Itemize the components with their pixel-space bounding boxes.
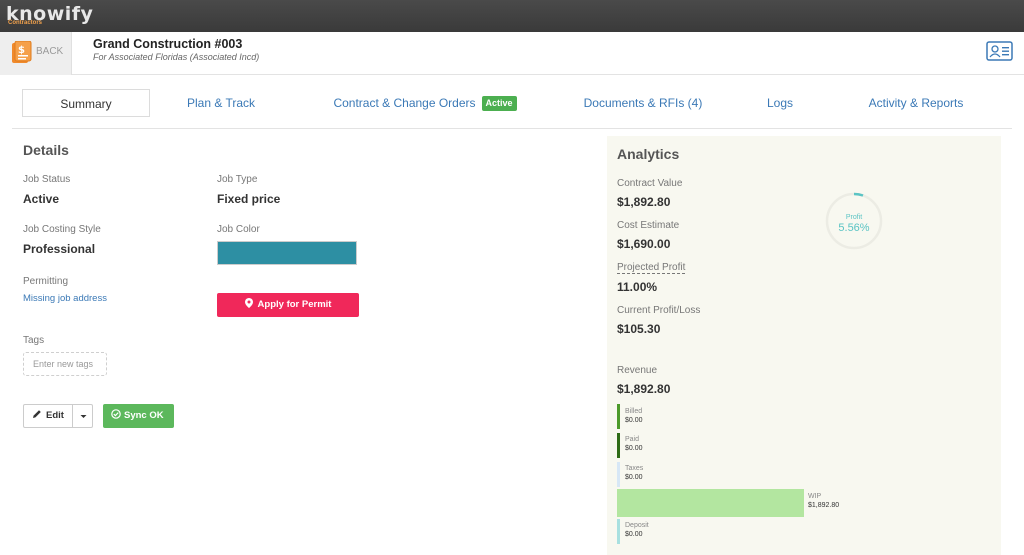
job-subtitle: For Associated Floridas (Associated Incd… bbox=[93, 52, 260, 62]
tabs-divider bbox=[12, 128, 1012, 129]
caret-down-icon bbox=[80, 415, 87, 418]
wip-label: WIP bbox=[808, 493, 822, 500]
tab-label: Contract & Change Orders bbox=[333, 96, 476, 110]
job-type-label: Job Type bbox=[217, 174, 258, 185]
job-color-label: Job Color bbox=[217, 224, 260, 235]
wip-bar bbox=[617, 489, 804, 517]
details-title: Details bbox=[23, 142, 69, 158]
wip-value: $1,892.80 bbox=[808, 502, 840, 509]
check-circle-icon bbox=[111, 409, 121, 419]
edit-button[interactable]: Edit bbox=[23, 404, 73, 428]
job-type-value: Fixed price bbox=[217, 192, 281, 206]
tab-label: Documents & RFIs (4) bbox=[583, 96, 703, 110]
contact-card-icon[interactable] bbox=[986, 41, 1013, 61]
job-status-value: Active bbox=[23, 192, 60, 206]
back-button[interactable]: $ BACK bbox=[0, 32, 72, 75]
billed-value: $0.00 bbox=[625, 417, 643, 424]
tags-input[interactable] bbox=[23, 352, 107, 376]
taxes-bar bbox=[617, 462, 620, 487]
pencil-icon bbox=[33, 410, 41, 418]
job-tabs: Summary Plan & Track Contract & Change O… bbox=[0, 75, 1024, 129]
app-topbar: knowify Contractors bbox=[0, 0, 1024, 32]
job-color-swatch bbox=[217, 241, 357, 265]
sync-button[interactable]: Sync OK bbox=[103, 404, 174, 428]
contract-value-label: Contract Value bbox=[617, 178, 683, 189]
apply-permit-button[interactable]: Apply for Permit bbox=[217, 293, 359, 317]
current-profit-label: Current Profit/Loss bbox=[617, 305, 701, 316]
missing-address-link[interactable]: Missing job address bbox=[23, 293, 107, 304]
deposit-bar bbox=[617, 519, 620, 544]
revenue-value: $1,892.80 bbox=[617, 382, 671, 396]
billed-bar bbox=[617, 404, 620, 429]
deposit-value: $0.00 bbox=[625, 531, 643, 538]
tags-label: Tags bbox=[23, 335, 45, 346]
tab-logs[interactable]: Logs bbox=[752, 89, 808, 117]
tab-activity-reports[interactable]: Activity & Reports bbox=[856, 89, 976, 117]
profit-gauge bbox=[825, 192, 883, 250]
tab-label: Logs bbox=[766, 96, 794, 110]
contract-value: $1,892.80 bbox=[617, 195, 671, 209]
tab-label: Summary bbox=[60, 97, 112, 111]
map-pin-icon bbox=[244, 298, 253, 308]
taxes-value: $0.00 bbox=[625, 474, 643, 481]
back-label: BACK bbox=[36, 46, 64, 57]
tab-label: Plan & Track bbox=[186, 96, 256, 110]
job-status-label: Job Status bbox=[23, 174, 71, 185]
costing-style-label: Job Costing Style bbox=[23, 224, 101, 235]
paid-value: $0.00 bbox=[625, 445, 643, 452]
apply-permit-label: Apply for Permit bbox=[257, 299, 332, 310]
tab-summary[interactable]: Summary bbox=[22, 89, 150, 117]
taxes-label: Taxes bbox=[625, 465, 644, 472]
edit-label: Edit bbox=[46, 410, 64, 421]
revenue-label: Revenue bbox=[617, 365, 658, 376]
deposit-label: Deposit bbox=[625, 522, 649, 529]
projected-profit-value: 11.00% bbox=[617, 280, 658, 294]
app-logo-subtitle: Contractors bbox=[8, 20, 43, 26]
permitting-label: Permitting bbox=[23, 276, 69, 287]
document-dollar-icon: $ bbox=[12, 41, 32, 63]
svg-text:$: $ bbox=[18, 45, 25, 56]
paid-bar bbox=[617, 433, 620, 458]
status-badge: Active bbox=[481, 96, 517, 111]
gauge-label: Profit bbox=[845, 214, 863, 221]
projected-profit-label[interactable]: Projected Profit bbox=[617, 262, 686, 274]
tab-plan-track[interactable]: Plan & Track bbox=[168, 89, 274, 117]
job-header: $ BACK Grand Construction #003 For Assoc… bbox=[0, 32, 1024, 75]
billed-label: Billed bbox=[625, 408, 643, 415]
tab-documents-rfis[interactable]: Documents & RFIs (4) bbox=[572, 89, 714, 117]
tab-contract-change-orders[interactable]: Contract & Change Orders Active bbox=[322, 89, 528, 117]
analytics-panel: Analytics Contract Value $1,892.80 Cost … bbox=[607, 136, 1001, 555]
tab-label: Activity & Reports bbox=[868, 96, 964, 110]
current-profit-value: $105.30 bbox=[617, 322, 661, 336]
job-title: Grand Construction #003 bbox=[93, 37, 243, 51]
sync-label: Sync OK bbox=[124, 410, 164, 421]
gauge-value: 5.56% bbox=[838, 222, 870, 234]
analytics-title: Analytics bbox=[617, 146, 680, 162]
costing-style-value: Professional bbox=[23, 242, 96, 256]
cost-estimate-label: Cost Estimate bbox=[617, 220, 680, 231]
edit-dropdown-button[interactable] bbox=[72, 404, 93, 428]
paid-label: Paid bbox=[625, 436, 640, 443]
cost-estimate-value: $1,690.00 bbox=[617, 237, 671, 251]
